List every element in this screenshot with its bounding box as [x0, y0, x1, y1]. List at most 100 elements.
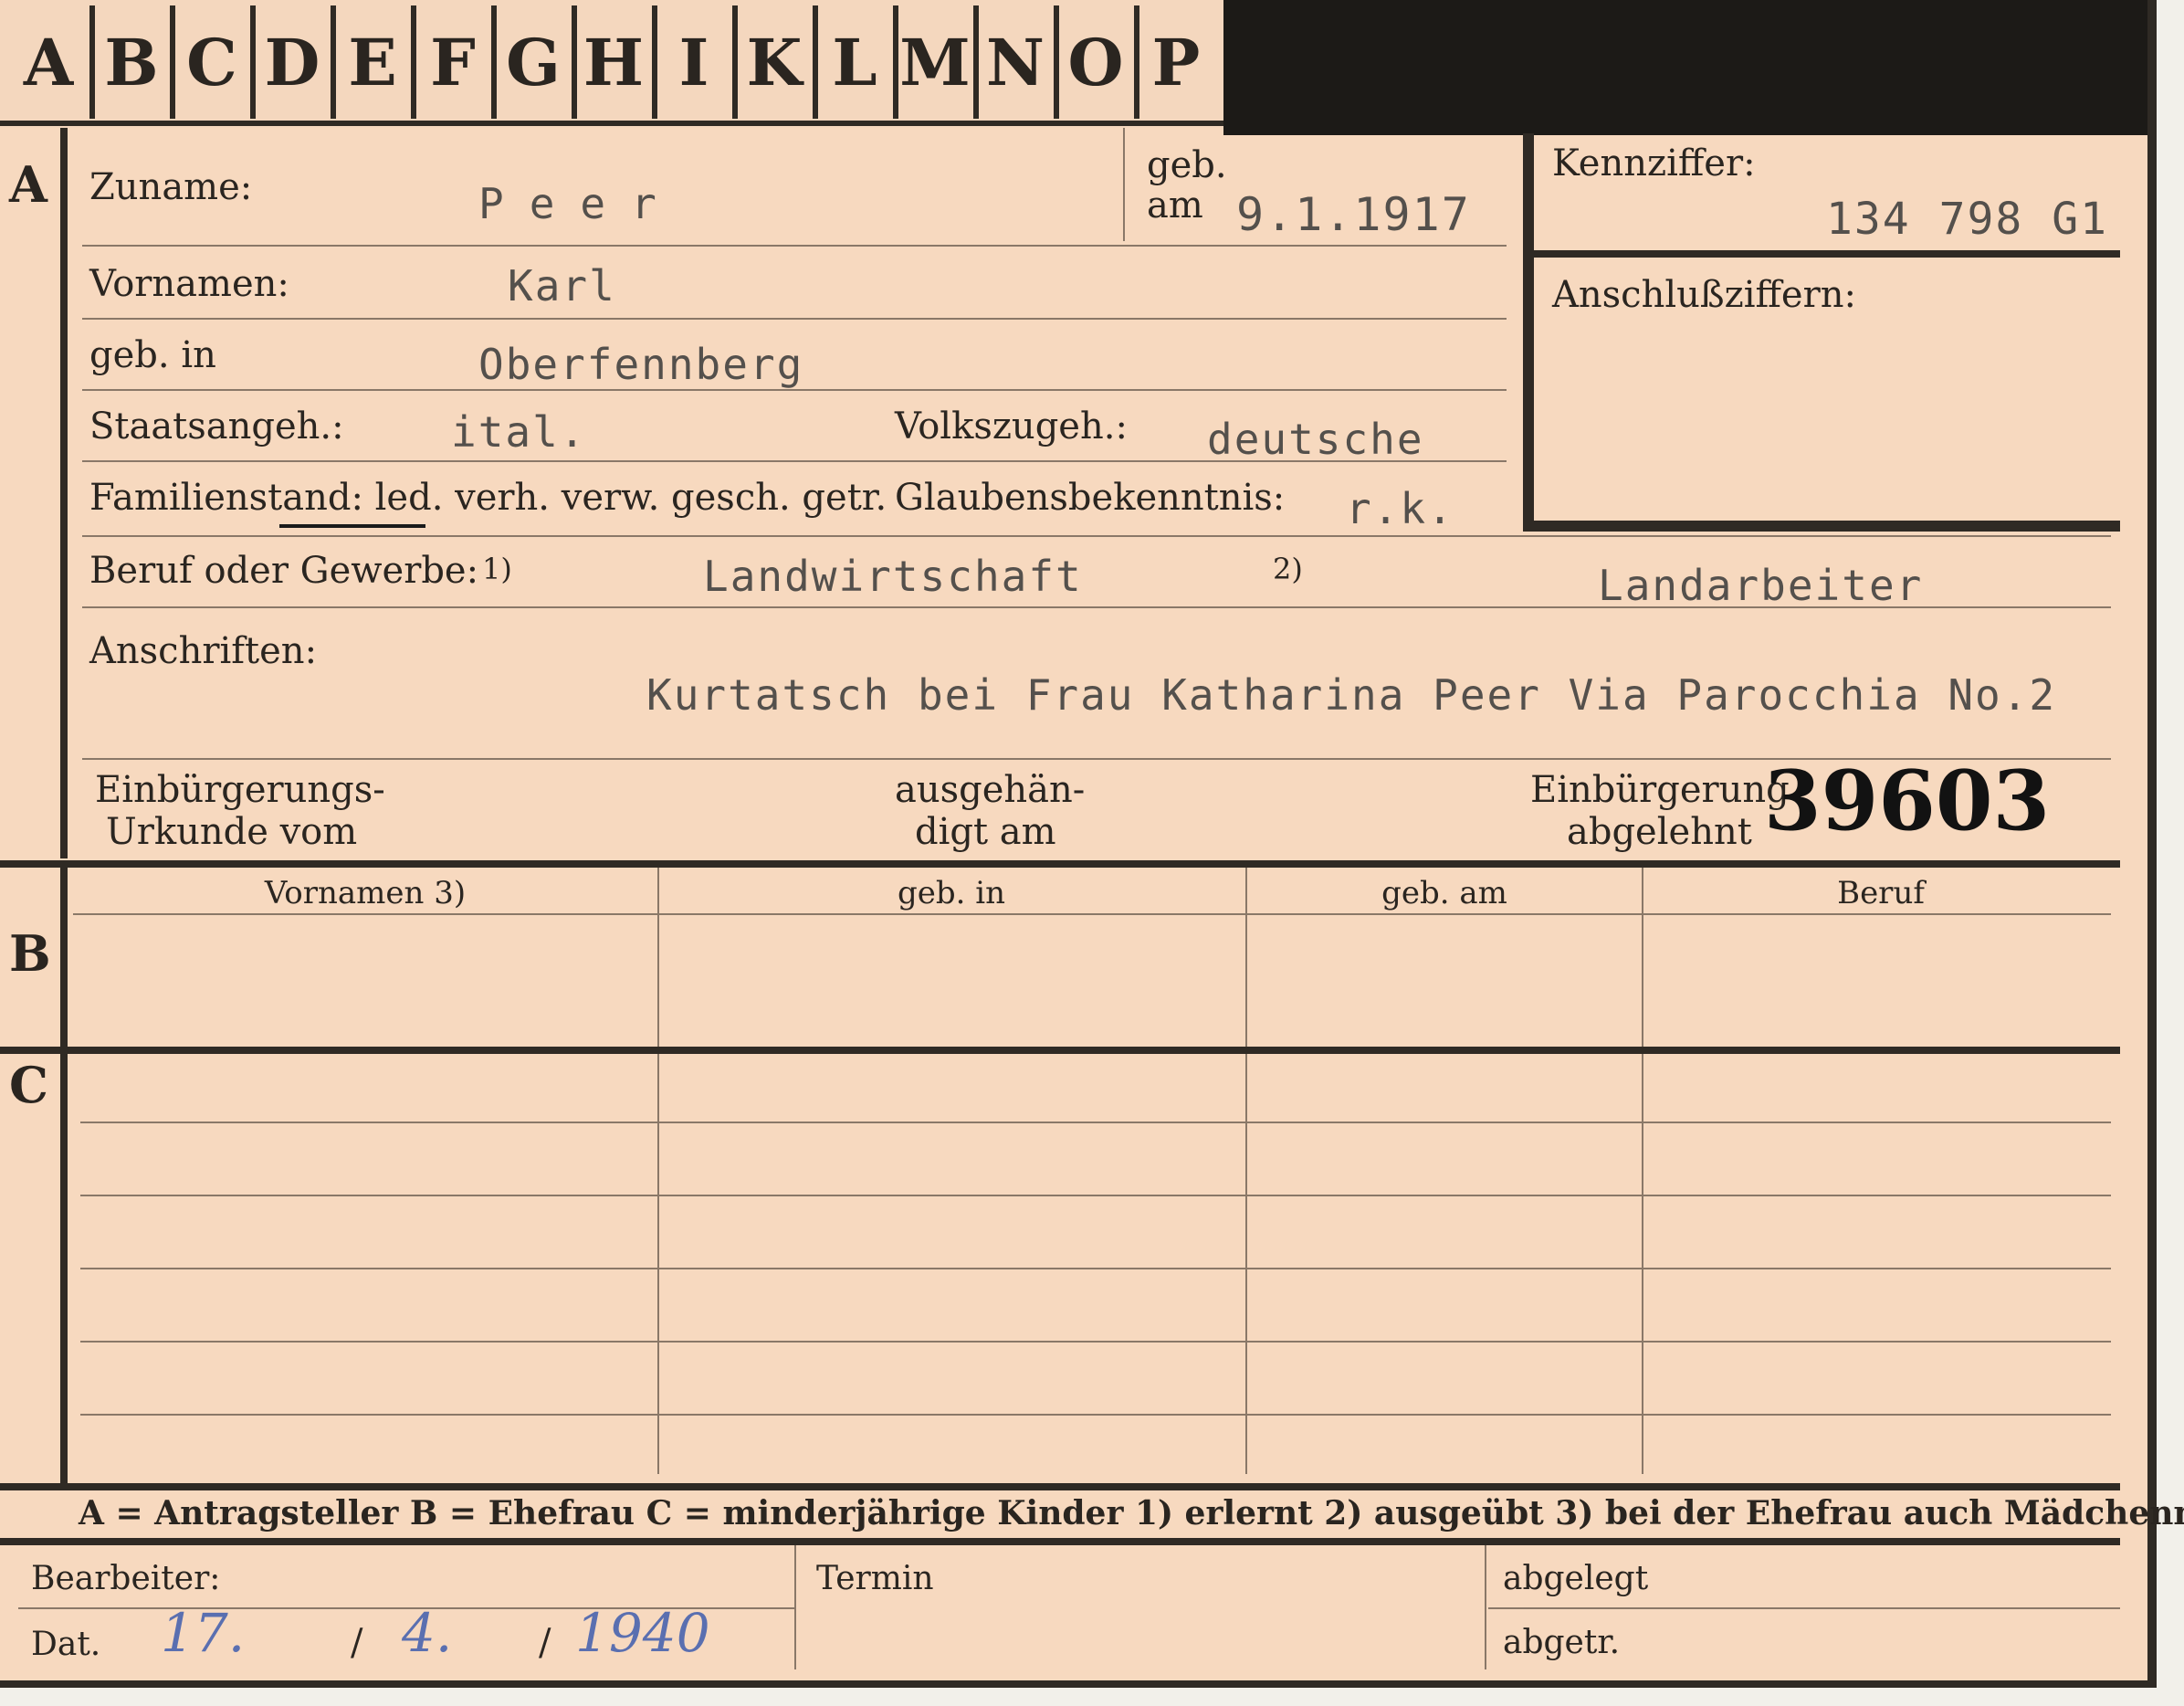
card-corner-shadow: [1223, 0, 2147, 135]
col-divider-c-1: [657, 1054, 659, 1474]
filed-label: abgelegt: [1503, 1560, 1649, 1597]
c-row-rule-2: [80, 1195, 2111, 1196]
delivered-label: abgetr.: [1503, 1624, 1621, 1661]
marital-underline: [279, 524, 425, 528]
section-b-label: B: [9, 924, 51, 983]
col-divider-b-3: [1642, 868, 1643, 1047]
rule-4: [82, 460, 1507, 462]
naturalization-label-1: Einbürgerungs-: [95, 769, 385, 811]
col-head-birthplace: geb. in: [897, 875, 1006, 911]
citizenship-value: ital.: [451, 407, 587, 457]
citizenship-label: Staatsangeh.:: [89, 405, 344, 448]
anschluss-label: Anschlußziffern:: [1552, 274, 1856, 316]
birthplace-value: Oberfennberg: [478, 340, 804, 389]
date-sep-1: /: [351, 1622, 363, 1664]
rule-3: [82, 389, 1507, 391]
section-a-bar: [60, 128, 68, 858]
ethnicity-value: deutsche: [1207, 415, 1424, 464]
section-c-label: C: [9, 1056, 48, 1114]
alphabet-tab-l: L: [813, 5, 891, 119]
date-year: 1940: [575, 1602, 710, 1664]
profession-value-2: Landarbeiter: [1598, 561, 1924, 610]
section-b-bar: [60, 868, 68, 1047]
rule-2: [82, 318, 1507, 320]
legend-bottom-bar: [0, 1538, 2120, 1545]
c-row-rule-5: [80, 1414, 2111, 1416]
alphabet-tab-b: B: [89, 5, 168, 119]
alphabet-tab-i: I: [652, 5, 730, 119]
alphabet-tab-e: E: [331, 5, 409, 119]
date-month: 4.: [402, 1602, 453, 1664]
footer-divider-1: [794, 1545, 796, 1669]
born-label-1: geb.: [1147, 144, 1227, 186]
marital-label: Familienstand: led. verh. verw. gesch. g…: [89, 477, 887, 519]
date-label: Dat.: [31, 1626, 101, 1663]
alphabet-tabs: ABCDEFGHIKLMNOP: [0, 0, 1223, 128]
c-row-rule-1: [80, 1122, 2111, 1123]
born-value: 9.1.1917: [1236, 188, 1471, 241]
registration-card: ABCDEFGHIKLMNOP A Zuname: Peer geb. am 9…: [0, 0, 2184, 1688]
section-b-bottom-bar: [0, 1047, 2120, 1054]
address-value: Kurtatsch bei Frau Katharina Peer Via Pa…: [646, 670, 2057, 720]
section-c-bottom-bar: [0, 1483, 2120, 1490]
rejected-label-2: abgelehnt: [1567, 811, 1752, 853]
profession-value-1: Landwirtschaft: [703, 552, 1083, 601]
birthplace-label: geb. in: [89, 334, 216, 376]
ethnicity-label: Volkszugeh.:: [895, 405, 1128, 448]
born-label-2: am: [1147, 184, 1203, 226]
alphabet-tab-o: O: [1054, 5, 1132, 119]
c-row-rule-4: [80, 1341, 2111, 1343]
footer-divider-2: [1485, 1545, 1486, 1669]
col-head-profession: Beruf: [1837, 875, 1925, 911]
date-sep-2: /: [539, 1622, 551, 1664]
clerk-label: Bearbeiter:: [31, 1560, 221, 1597]
alphabet-tab-g: G: [491, 5, 570, 119]
kennziffer-separator: [1534, 250, 2120, 258]
col-divider-c-2: [1245, 1054, 1247, 1474]
religion-value: r.k.: [1346, 484, 1454, 533]
c-row-rule-3: [80, 1268, 2111, 1269]
col-head-firstnames: Vornamen 3): [264, 875, 467, 911]
alphabet-tab-n: N: [973, 5, 1052, 119]
handed-label-2: digt am: [915, 811, 1056, 853]
alphabet-tab-p: P: [1134, 5, 1213, 119]
alphabet-tab-m: M: [893, 5, 971, 119]
rejected-number: 39603: [1764, 753, 2051, 849]
section-a-label: A: [9, 155, 47, 214]
alphabet-tab-h: H: [572, 5, 650, 119]
surname-label: Zuname:: [89, 166, 253, 208]
alphabet-tab-d: D: [250, 5, 329, 119]
alphabet-tab-a: A: [23, 24, 74, 100]
section-a-bottom-bar: [0, 860, 2120, 868]
alphabet-tab-c: C: [170, 5, 248, 119]
address-label: Anschriften:: [89, 630, 318, 672]
rule-6: [82, 606, 2111, 608]
col-divider-c-3: [1642, 1054, 1643, 1474]
kennziffer-label: Kennziffer:: [1552, 142, 1756, 184]
firstnames-value: Karl: [508, 261, 616, 311]
firstnames-label: Vornamen:: [89, 263, 289, 305]
date-day: 17.: [161, 1602, 246, 1664]
legend: A = Antragsteller B = Ehefrau C = minder…: [79, 1494, 2184, 1532]
term-label: Termin: [816, 1560, 934, 1597]
section-c-bar: [60, 1054, 68, 1483]
alphabet-tab-k: K: [732, 5, 811, 119]
col-divider-b-2: [1245, 868, 1247, 1047]
religion-label: Glaubensbekenntnis:: [895, 477, 1286, 519]
surname-value: Peer: [478, 179, 682, 228]
rejected-label-1: Einbürgerung: [1530, 769, 1790, 811]
alphabet-tab-f: F: [411, 5, 489, 119]
naturalization-label-2: Urkunde vom: [106, 811, 358, 853]
profession-note-1: 1): [482, 552, 512, 586]
tabs-underline: [0, 121, 1223, 126]
col-head-rule: [73, 913, 2111, 915]
profession-note-2: 2): [1273, 552, 1303, 586]
col-divider-b-1: [657, 868, 659, 1047]
rule-1: [82, 245, 1507, 247]
born-divider: [1123, 128, 1125, 241]
kennziffer-value: 134 798 G1: [1826, 194, 2108, 245]
col-head-birthdate: geb. am: [1381, 875, 1507, 911]
handed-label-1: ausgehän-: [895, 769, 1086, 811]
profession-label: Beruf oder Gewerbe:: [89, 550, 479, 592]
rule-5: [82, 535, 2111, 537]
